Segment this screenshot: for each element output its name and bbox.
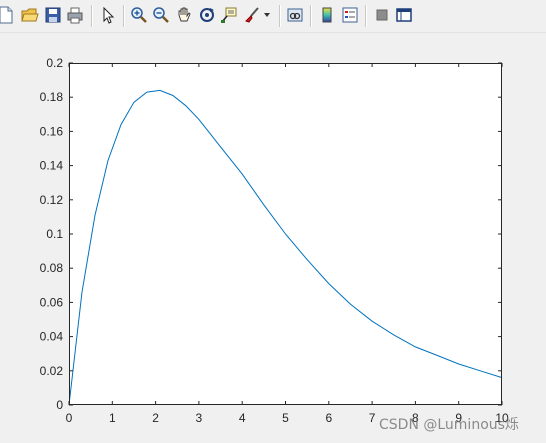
x-tick-label: 4 <box>239 411 246 425</box>
y-tick-label: 0.16 <box>40 124 64 138</box>
x-tick-label: 7 <box>369 411 376 425</box>
y-tick-label: 0.04 <box>40 330 64 344</box>
y-tick-label: 0.14 <box>40 159 64 173</box>
y-tick-label: 0.12 <box>40 193 64 207</box>
x-tick-label: 5 <box>282 411 289 425</box>
watermark-text: CSDN @Luminous烁 <box>379 417 519 433</box>
x-tick-label: 0 <box>66 411 73 425</box>
y-tick-label: 0.02 <box>40 364 64 378</box>
x-tick-label: 1 <box>109 411 116 425</box>
y-tick-label: 0.18 <box>40 90 64 104</box>
y-tick-label: 0 <box>56 398 63 412</box>
y-tick-label: 0.1 <box>46 227 63 241</box>
x-tick-label: 3 <box>196 411 203 425</box>
plot-canvas: 0 1 2 3 4 5 6 7 8 9 10 00.020.040.060.080.10.120.1… <box>40 56 509 425</box>
y-tick-label: 0.06 <box>40 295 64 309</box>
y-tick-label: 0.2 <box>46 56 63 70</box>
x-tick-label: 2 <box>152 411 159 425</box>
x-tick-label: 6 <box>325 411 332 425</box>
y-tick-label: 0.08 <box>40 261 64 275</box>
